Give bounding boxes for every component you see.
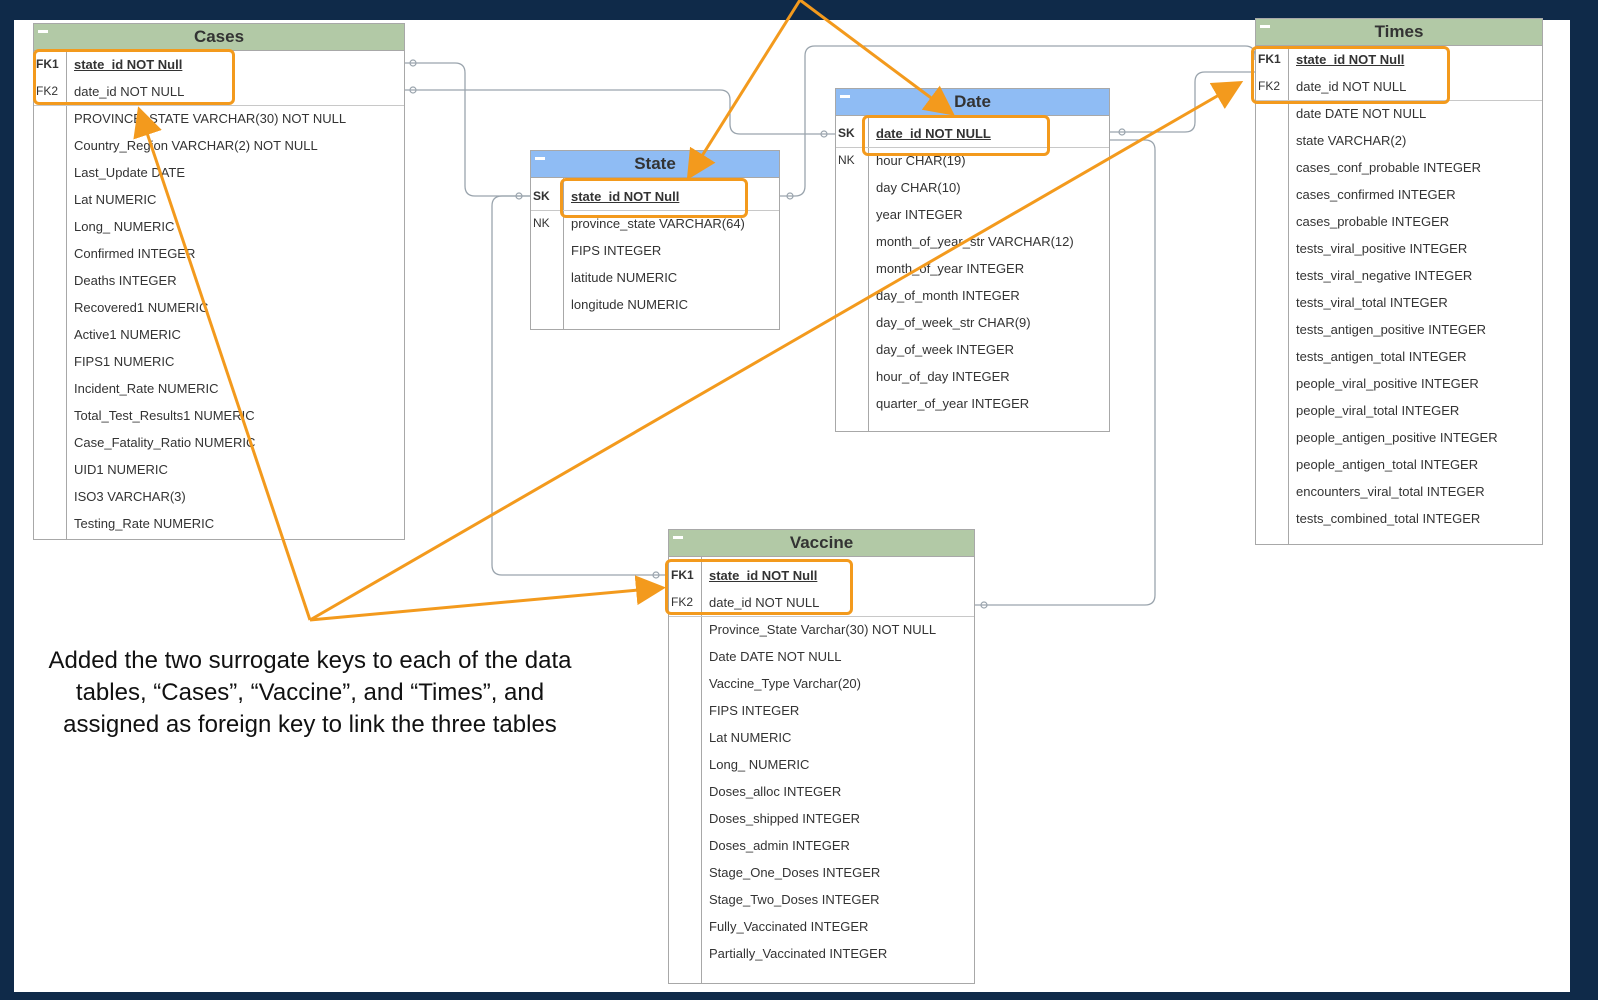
annotation-text: Added the two surrogate keys to each of … — [48, 647, 572, 738]
annotation-arrows — [133, 0, 1244, 622]
